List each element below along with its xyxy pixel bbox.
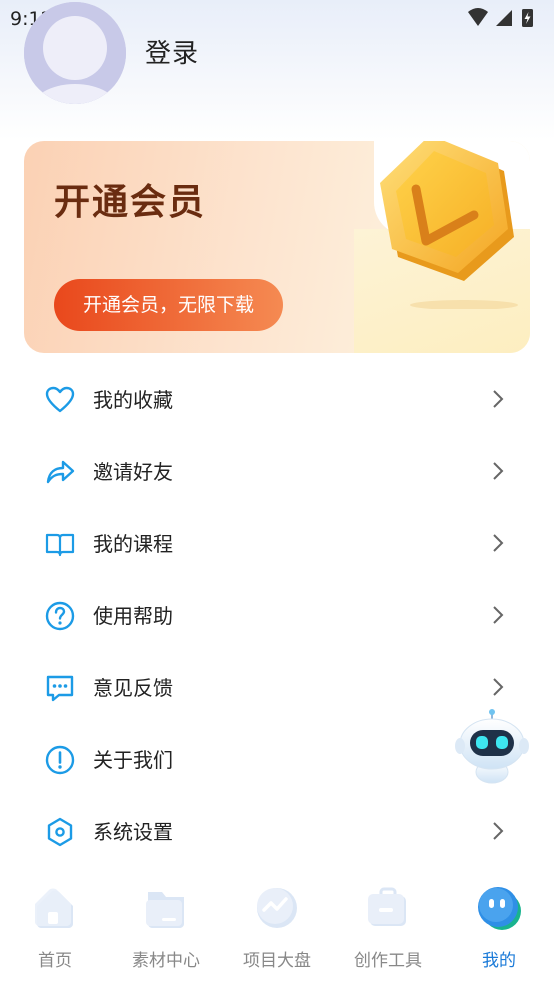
menu-item-settings[interactable]: 系统设置 [0,794,554,866]
bottom-tab-bar: 首页 素材中心 项目大盘 创作工具 我的 [0,870,554,984]
menu-item-invite[interactable]: 邀请好友 [0,434,554,506]
vip-title: 开通会员 [54,182,207,223]
tab-home[interactable]: 首页 [0,870,110,984]
book-icon [45,533,75,557]
system-status-icons [468,8,533,27]
menu-label: 使用帮助 [93,604,173,628]
vip-subscribe-button[interactable]: 开通会员，无限下载 [54,279,283,331]
chevron-right-icon [493,678,504,696]
menu-label: 意见反馈 [93,676,173,700]
menu-label: 我的收藏 [93,388,173,412]
tab-label: 创作工具 [354,951,422,971]
tab-project-board[interactable]: 项目大盘 [222,870,332,984]
chevron-right-icon [493,534,504,552]
menu-item-favorites[interactable]: 我的收藏 [0,362,554,434]
settings-icon [47,817,73,847]
avatar[interactable] [24,2,126,104]
share-icon [46,460,75,484]
info-icon [45,745,75,775]
feedback-icon [46,675,74,702]
tab-creation-tools[interactable]: 创作工具 [333,870,443,984]
wifi-icon [468,8,488,26]
chevron-right-icon [493,462,504,480]
chevron-right-icon [493,606,504,624]
tab-label: 素材中心 [132,951,200,971]
profile-icon [478,887,521,930]
menu-label: 关于我们 [93,748,173,772]
login-link[interactable]: 登录 [145,33,199,70]
menu-item-courses[interactable]: 我的课程 [0,506,554,578]
menu-label: 系统设置 [93,820,173,844]
menu-item-help[interactable]: 使用帮助 [0,578,554,650]
menu-label: 邀请好友 [93,460,173,484]
tab-label: 项目大盘 [243,951,311,971]
chart-icon [257,888,297,928]
chevron-right-icon [493,822,504,840]
tab-materials[interactable]: 素材中心 [111,870,221,984]
toolbox-icon [368,887,406,926]
folder-icon [146,892,184,928]
tab-label: 我的 [482,951,516,971]
vip-badge-icon [380,141,518,309]
tab-mine[interactable]: 我的 [444,870,554,984]
robot-assistant-icon[interactable] [454,708,530,786]
heart-icon [45,386,75,413]
chevron-right-icon [493,390,504,408]
home-icon [35,888,73,928]
help-icon [45,601,75,631]
default-avatar-icon [24,2,126,104]
menu-label: 我的课程 [93,532,173,556]
signal-icon [496,10,512,26]
vip-banner[interactable]: 开通会员 开通会员，无限下载 [24,141,530,353]
tab-label: 首页 [38,951,72,971]
